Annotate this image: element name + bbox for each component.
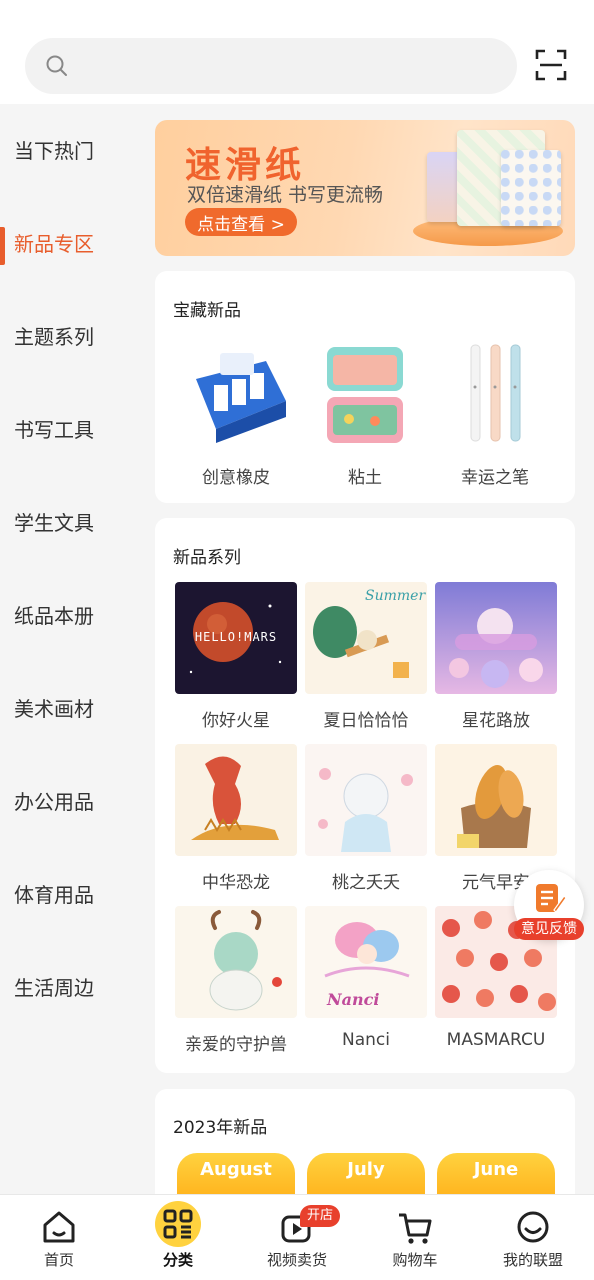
nav-category-label: 分类 (162, 1251, 193, 1269)
series-item-summer[interactable]: Summer 夏日恰恰恰 (305, 582, 427, 731)
guardian-image (175, 906, 297, 1018)
nav-cart[interactable]: 购物车 (356, 1195, 474, 1280)
treasure-card: 宝藏新品 创意橡皮 粘土 幸运之笔 (155, 271, 575, 503)
nav-my-alliance-label: 我的联盟 (502, 1251, 563, 1269)
nav-cart-label: 购物车 (392, 1251, 438, 1269)
nav-category[interactable]: 分类 (119, 1195, 237, 1280)
mars-image: HELLO!MARS (175, 582, 297, 694)
sidebar-item-sports[interactable]: 体育用品 (0, 858, 140, 928)
morning-image (435, 744, 557, 856)
sidebar-item-art[interactable]: 美术画材 (0, 672, 140, 742)
nanci-image: Nanci (305, 906, 427, 1018)
category-sidebar: 当下热门 新品专区 主题系列 书写工具 学生文具 纸品本册 美术画材 办公用品 … (0, 104, 140, 1194)
tab-june[interactable]: June (437, 1153, 555, 1194)
open-shop-badge: 开店 (300, 1205, 340, 1227)
series-item-label: MASMARCU (446, 1030, 546, 1050)
series-item-flower[interactable]: 星花路放 (435, 582, 557, 731)
top-bar (0, 0, 594, 104)
nav-home[interactable]: 首页 (0, 1195, 118, 1280)
series-item-nanci[interactable]: Nanci Nanci (305, 906, 427, 1050)
treasure-item-label: 创意橡皮 (202, 468, 270, 488)
series-item-dino[interactable]: 中华恐龙 (175, 744, 297, 893)
tab-august[interactable]: August (177, 1153, 295, 1194)
nanci-thumb-text: Nanci (327, 990, 380, 1009)
sidebar-item-writing[interactable]: 书写工具 (0, 393, 140, 463)
clay-image (305, 339, 425, 451)
bottom-nav: 首页 分类 开店 视频卖货 购物车 我的联盟 (0, 1194, 594, 1280)
sidebar-item-paper[interactable]: 纸品本册 (0, 579, 140, 649)
home-icon (43, 1211, 75, 1243)
pen-image (435, 339, 555, 451)
treasure-item-pen[interactable]: 幸运之笔 (435, 339, 555, 488)
series-item-label: 星花路放 (462, 711, 530, 731)
sidebar-item-office[interactable]: 办公用品 (0, 765, 140, 835)
treasure-item-eraser[interactable]: 创意橡皮 (176, 339, 296, 488)
treasure-item-label: 幸运之笔 (461, 468, 529, 488)
series-item-label: 亲爱的守护兽 (185, 1035, 287, 1055)
series-title: 新品系列 (173, 548, 241, 568)
nav-home-label: 首页 (43, 1251, 74, 1269)
sidebar-item-life[interactable]: 生活周边 (0, 951, 140, 1021)
nav-video-label: 视频卖货 (266, 1251, 327, 1269)
treasure-item-label: 粘土 (348, 468, 382, 488)
treasure-title: 宝藏新品 (173, 301, 241, 321)
promo-banner[interactable]: 速滑纸 双倍速滑纸 书写更流畅 点击查看 > (155, 120, 575, 256)
nav-my-alliance[interactable]: 我的联盟 (474, 1195, 592, 1280)
series-item-label: 夏日恰恰恰 (323, 711, 409, 731)
series-item-label: Nanci (342, 1030, 390, 1050)
series-item-peach[interactable]: 桃之夭夭 (305, 744, 427, 893)
smile-icon (517, 1211, 549, 1243)
banner-view-button[interactable]: 点击查看 > (185, 208, 297, 236)
series-card: 新品系列 HELLO!MARS 你好火星 Summer 夏日恰恰恰 星花路放 中… (155, 518, 575, 1073)
sidebar-item-student[interactable]: 学生文具 (0, 486, 140, 556)
category-content: 速滑纸 双倍速滑纸 书写更流畅 点击查看 > 宝藏新品 创意橡皮 粘土 幸运之笔… (140, 104, 594, 1194)
notebook-image (501, 150, 561, 226)
scan-icon[interactable] (534, 48, 568, 82)
feedback-label: 意见反馈 (514, 918, 584, 940)
cart-icon (399, 1213, 432, 1244)
series-item-label: 中华恐龙 (202, 873, 270, 893)
series-item-mars[interactable]: HELLO!MARS 你好火星 (175, 582, 297, 731)
sidebar-item-theme[interactable]: 主题系列 (0, 300, 140, 370)
category-icon (163, 1209, 193, 1239)
search-icon (46, 55, 67, 76)
sidebar-item-hot[interactable]: 当下热门 (0, 114, 140, 184)
flower-image (435, 582, 557, 694)
treasure-item-clay[interactable]: 粘土 (305, 339, 425, 488)
series-item-label: 你好火星 (202, 711, 270, 731)
new-2023-card: 2023年新品 August July June (155, 1089, 575, 1194)
summer-image: Summer (305, 582, 427, 694)
sidebar-item-new[interactable]: 新品专区 (0, 207, 140, 277)
tab-july[interactable]: July (307, 1153, 425, 1194)
new-2023-title: 2023年新品 (173, 1118, 268, 1138)
nav-video-sell[interactable]: 开店 视频卖货 (238, 1195, 356, 1280)
series-item-label: 桃之夭夭 (332, 873, 400, 893)
search-input[interactable] (25, 38, 517, 94)
banner-subtitle: 双倍速滑纸 书写更流畅 (187, 184, 384, 206)
dino-image (175, 744, 297, 856)
edit-note-icon (536, 884, 566, 913)
eraser-image (176, 339, 296, 451)
mars-thumb-text: HELLO!MARS (194, 630, 278, 644)
series-item-guardian[interactable]: 亲爱的守护兽 (175, 906, 297, 1055)
feedback-button[interactable]: 意见反馈 (514, 870, 584, 940)
summer-thumb-text: Summer (365, 588, 426, 604)
peach-image (305, 744, 427, 856)
